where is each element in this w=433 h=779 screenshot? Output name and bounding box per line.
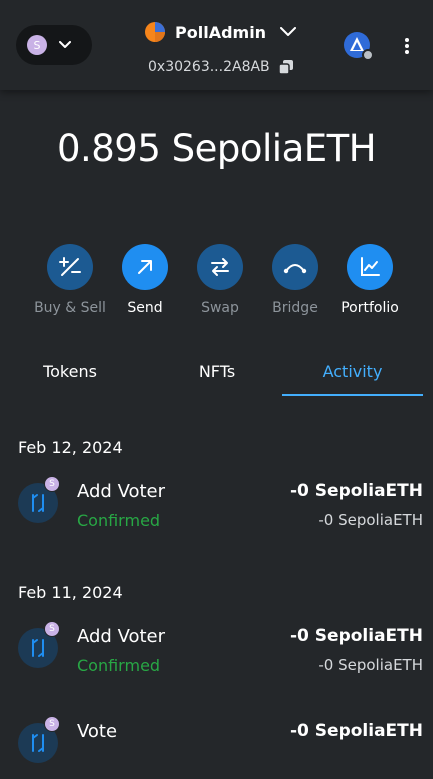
activity-item[interactable]: S Add Voter Confirmed -0 SepoliaETH -0 S… [0, 476, 433, 539]
network-badge: S [44, 716, 60, 732]
network-picker[interactable]: S [16, 25, 92, 65]
activity-secondary-amount: -0 SepoliaETH [318, 656, 423, 674]
buy-sell-button[interactable]: Buy & Sell [30, 244, 110, 316]
activity-amount: -0 SepoliaETH [290, 626, 423, 646]
balance-amount: 0.895 [56, 127, 161, 170]
copy-icon[interactable] [277, 59, 294, 75]
account-name: PollAdmin [175, 22, 267, 42]
wallet-actions: Buy & Sell Send Swap Bridge Portfolio [20, 244, 420, 324]
connected-site-icon[interactable] [343, 31, 373, 61]
activity-status: Confirmed [77, 656, 161, 675]
activity-item[interactable]: S Add Voter Confirmed -0 SepoliaETH -0 S… [0, 621, 433, 684]
network-badge: S [44, 476, 60, 492]
activity-amount: -0 SepoliaETH [290, 481, 423, 501]
balance-unit: SepoliaETH [171, 127, 377, 170]
send-label: Send [127, 300, 163, 316]
swap-button[interactable]: Swap [180, 244, 260, 316]
tab-tokens[interactable]: Tokens [0, 356, 140, 396]
chevron-down-icon [59, 41, 71, 48]
activity-item[interactable]: S Vote -0 SepoliaETH [0, 716, 433, 779]
send-button[interactable]: Send [105, 244, 185, 316]
activity-title: Add Voter [77, 626, 166, 647]
send-arrow-icon [138, 260, 152, 274]
activity-date-header: Feb 12, 2024 [18, 438, 123, 457]
activity-amount: -0 SepoliaETH [290, 721, 423, 741]
tab-activity[interactable]: Activity [282, 356, 423, 396]
contract-interaction-icon [32, 639, 44, 657]
wallet-header: S PollAdmin 0x30263...2A8AB [0, 0, 433, 90]
chevron-down-icon [280, 27, 297, 36]
activity-status: Confirmed [77, 511, 161, 530]
contract-interaction-icon [32, 494, 44, 512]
buy-sell-icon [59, 257, 81, 276]
account-picker[interactable]: PollAdmin [145, 20, 297, 44]
bridge-icon [283, 264, 307, 274]
address-text: 0x30263...2A8AB [148, 59, 270, 75]
bridge-label: Bridge [272, 300, 318, 316]
tab-nfts[interactable]: NFTs [147, 356, 287, 396]
account-avatar-icon [145, 22, 165, 42]
asset-tabs: Tokens NFTs Activity [0, 356, 433, 396]
contract-interaction-icon [32, 734, 44, 752]
activity-title: Add Voter [77, 481, 166, 502]
portfolio-label: Portfolio [341, 300, 399, 316]
swap-label: Swap [201, 300, 239, 316]
balance-display: 0.895 SepoliaETH [0, 127, 433, 170]
activity-title: Vote [77, 721, 118, 742]
activity-date-header: Feb 11, 2024 [18, 583, 123, 602]
network-avatar: S [27, 35, 47, 55]
chart-icon [361, 257, 380, 276]
activity-secondary-amount: -0 SepoliaETH [318, 511, 423, 529]
bridge-button[interactable]: Bridge [255, 244, 335, 316]
buy-sell-label: Buy & Sell [34, 300, 106, 316]
network-badge: S [44, 621, 60, 637]
portfolio-button[interactable]: Portfolio [330, 244, 410, 316]
swap-arrows-icon [211, 258, 229, 276]
account-address[interactable]: 0x30263...2A8AB [148, 57, 294, 77]
more-menu-icon[interactable] [400, 36, 414, 56]
